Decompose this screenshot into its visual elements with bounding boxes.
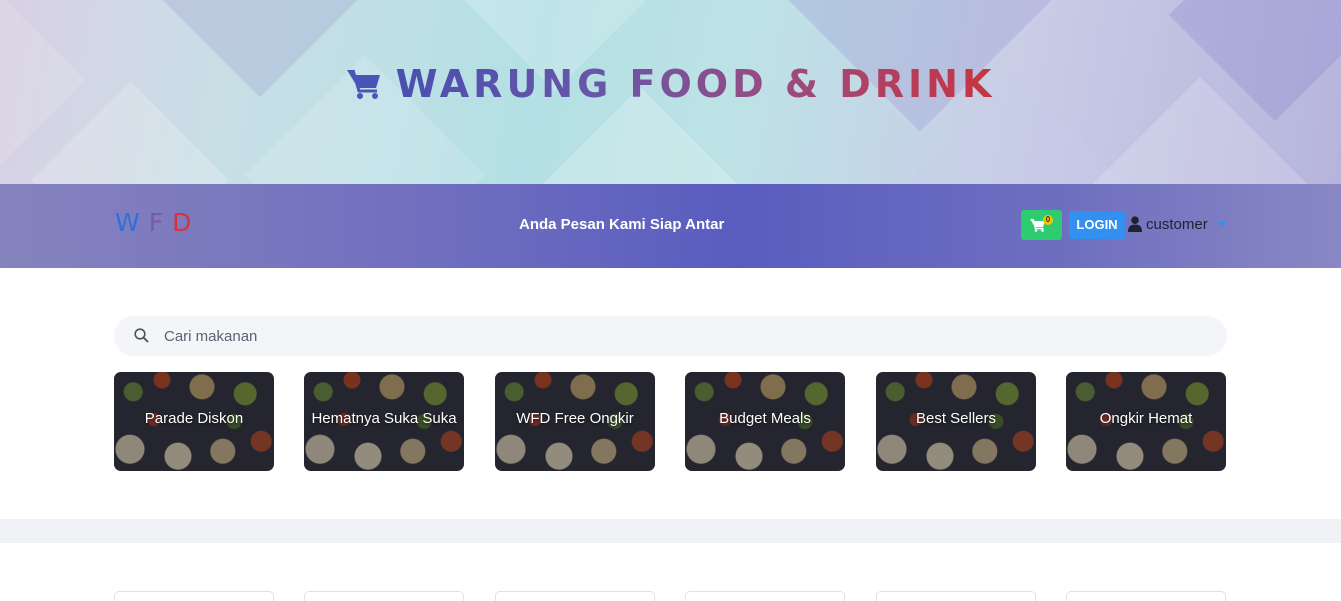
category-label: Parade Diskon [144, 410, 244, 427]
search-bar [114, 316, 1227, 356]
search-input[interactable] [164, 316, 1204, 356]
category-card[interactable]: Budget Meals [685, 372, 845, 471]
category-card[interactable]: Best Sellers [876, 372, 1036, 471]
product-card[interactable] [685, 591, 845, 601]
site-title: WARUNG FOOD & DRINK [395, 62, 996, 106]
user-icon [1128, 216, 1142, 232]
product-card[interactable] [876, 591, 1036, 601]
category-card[interactable]: Parade Diskon [114, 372, 274, 471]
category-label: Budget Meals [719, 410, 811, 427]
section-divider [0, 519, 1341, 543]
login-button[interactable]: LOGIN [1069, 211, 1125, 239]
category-card[interactable]: Ongkir Hemat [1066, 372, 1226, 471]
brand-letter-w: W [115, 208, 149, 237]
brand-logo[interactable]: WFD [115, 208, 200, 237]
cart-button[interactable]: 0 [1021, 210, 1062, 240]
brand-letter-d: D [172, 208, 201, 237]
user-name: customer [1146, 215, 1208, 233]
product-card[interactable] [495, 591, 655, 601]
tagline: Anda Pesan Kami Siap Antar [519, 216, 725, 233]
shopping-cart-icon [346, 69, 380, 99]
user-dropdown[interactable]: customer [1128, 214, 1226, 234]
category-label: WFD Free Ongkir [516, 410, 634, 427]
product-card[interactable] [304, 591, 464, 601]
product-card[interactable] [1066, 591, 1226, 601]
product-card[interactable] [114, 591, 274, 601]
category-label: Hematnya Suka Suka [311, 410, 457, 427]
category-label: Best Sellers [915, 410, 997, 427]
chevron-down-icon [1217, 221, 1226, 227]
hero-title: WARUNG FOOD & DRINK [0, 62, 1341, 106]
category-card[interactable]: WFD Free Ongkir [495, 372, 655, 471]
category-card[interactable]: Hematnya Suka Suka [304, 372, 464, 471]
cart-count-badge: 0 [1043, 215, 1053, 225]
hero-banner: WARUNG FOOD & DRINK [0, 0, 1341, 184]
brand-letter-f: F [148, 208, 173, 237]
search-icon [134, 328, 149, 343]
category-label: Ongkir Hemat [1099, 410, 1193, 427]
